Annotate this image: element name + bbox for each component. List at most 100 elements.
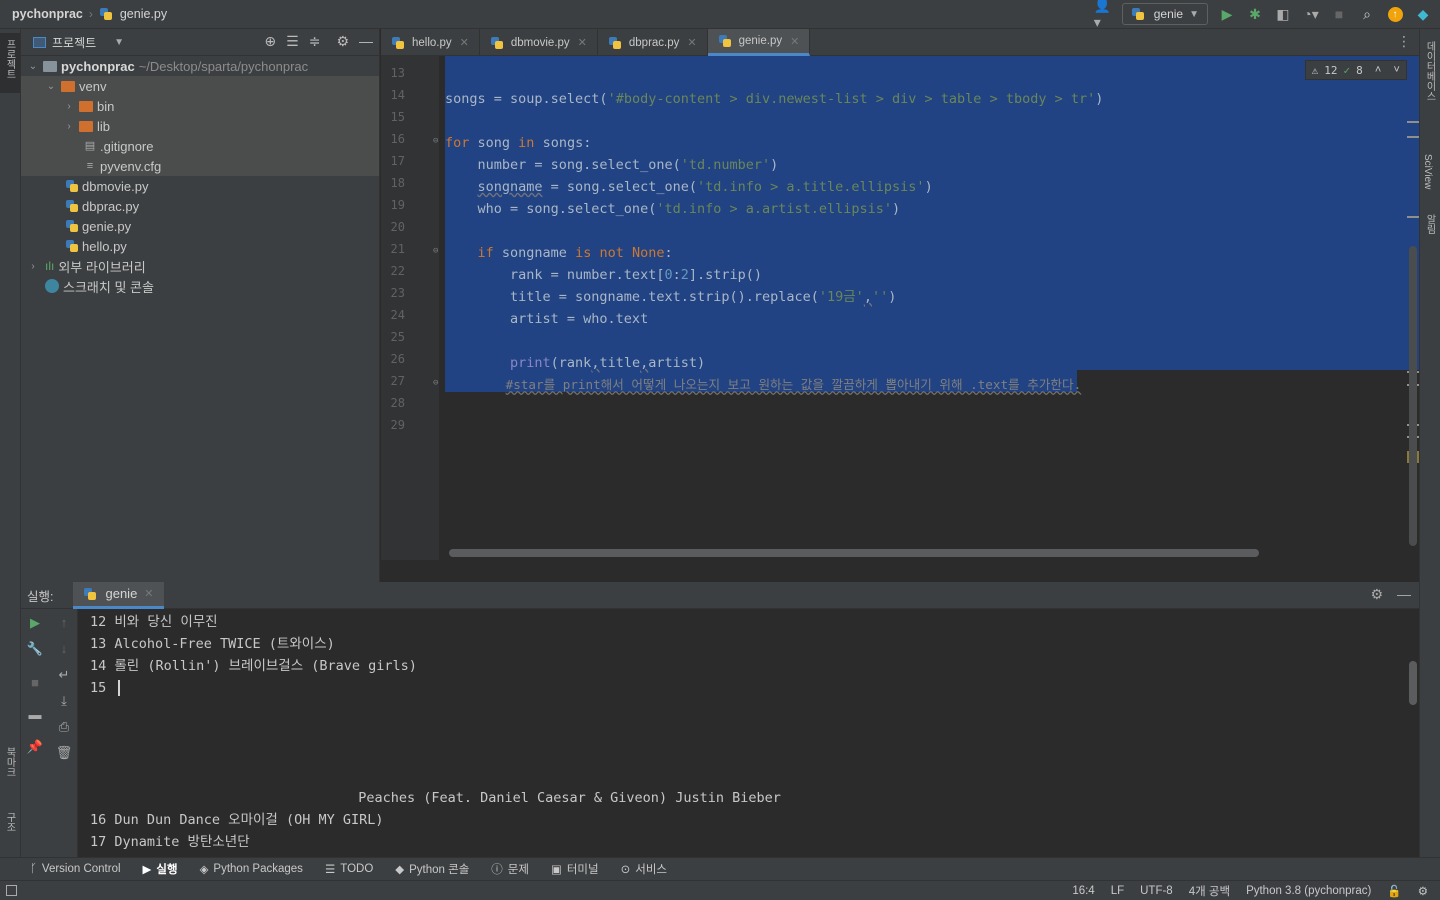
run-tool-button[interactable]: ▶ 실행 bbox=[143, 861, 178, 877]
close-icon[interactable]: ✕ bbox=[144, 587, 153, 600]
tab-genie-py[interactable]: genie.py ✕ bbox=[707, 29, 811, 56]
collapse-all-icon[interactable]: ≑ bbox=[309, 33, 321, 50]
fold-icon[interactable]: ⊖ bbox=[433, 136, 438, 146]
terminal-button[interactable]: ▣ 터미널 bbox=[551, 861, 599, 877]
profile-icon[interactable]: ◔▾ bbox=[1302, 5, 1320, 23]
run-config-select[interactable]: genie ▼ bbox=[1121, 3, 1208, 25]
tree-item-project-root[interactable]: ⌄ pychonprac ~/Desktop/sparta/pychonprac bbox=[21, 56, 379, 76]
database-tool-tab[interactable]: 데이터베이스 bbox=[1422, 41, 1437, 101]
pin-icon[interactable]: 📌 bbox=[26, 739, 44, 755]
debug-icon[interactable]: ✱ bbox=[1246, 5, 1264, 23]
line-number: 14 bbox=[390, 88, 405, 102]
arrow-down-icon[interactable]: ↓ bbox=[55, 641, 73, 656]
tree-item-hello[interactable]: hello.py bbox=[21, 236, 379, 256]
terminal-icon: ▣ bbox=[550, 864, 562, 876]
inspection-widget[interactable]: ⚠ 12 ✓ 8 ˄ ˅ bbox=[1304, 60, 1407, 80]
layout-icon[interactable]: ▬ bbox=[26, 707, 44, 722]
python-console-button[interactable]: ◆ Python 콘솔 bbox=[395, 861, 469, 877]
tree-item-genie[interactable]: genie.py bbox=[21, 216, 379, 236]
arrow-up-icon[interactable]: ↑ bbox=[55, 615, 73, 630]
file-encoding[interactable]: UTF-8 bbox=[1140, 885, 1173, 897]
chevron-up-icon[interactable]: ˄ bbox=[1375, 63, 1382, 77]
chevron-right-icon[interactable]: › bbox=[63, 101, 75, 112]
chevron-right-icon[interactable]: › bbox=[27, 261, 39, 272]
sciview-tool-tab[interactable]: SciView bbox=[1422, 154, 1433, 189]
python-interpreter[interactable]: Python 3.8 (pychonprac) bbox=[1246, 885, 1371, 897]
update-icon[interactable]: ↑ bbox=[1386, 5, 1404, 23]
services-button[interactable]: ⊙ 서비스 bbox=[621, 861, 667, 877]
soft-wrap-icon[interactable]: ↵ bbox=[55, 667, 73, 683]
vertical-scrollbar[interactable] bbox=[1409, 246, 1417, 546]
stop-icon[interactable]: ■ bbox=[1330, 5, 1348, 23]
fold-icon[interactable]: ⊖ bbox=[433, 378, 438, 388]
close-icon[interactable]: ✕ bbox=[687, 36, 696, 49]
tab-run-genie[interactable]: genie ✕ bbox=[73, 581, 164, 609]
project-tool-tab[interactable]: 프로젝트 bbox=[2, 39, 17, 79]
tree-item-gitignore[interactable]: ▤ .gitignore bbox=[21, 136, 379, 156]
breadcrumb-file[interactable]: genie.py bbox=[99, 7, 167, 21]
lock-icon[interactable]: 🔓 bbox=[1387, 884, 1401, 898]
expand-all-icon[interactable]: ☰ bbox=[286, 33, 299, 50]
more-vertical-icon[interactable]: ⋮ bbox=[1397, 33, 1411, 50]
tree-item-venv[interactable]: ⌄ venv bbox=[21, 76, 379, 96]
gear-icon[interactable]: ⚙ bbox=[1370, 586, 1383, 603]
breadcrumb-project[interactable]: pychonprac bbox=[12, 7, 83, 21]
scroll-to-end-icon[interactable]: ⤓ bbox=[55, 693, 73, 709]
user-icon[interactable]: 👤▾ bbox=[1094, 0, 1112, 30]
console-line: 16 Dun Dun Dance 오마이걸 (OH MY GIRL) bbox=[90, 812, 384, 828]
list-icon: ☰ bbox=[324, 864, 336, 876]
code-with-me-icon[interactable]: ◆ bbox=[1414, 5, 1432, 23]
locate-icon[interactable]: ⊕ bbox=[264, 33, 276, 50]
tab-hello-py[interactable]: hello.py ✕ bbox=[381, 29, 480, 56]
close-icon[interactable]: ✕ bbox=[790, 35, 799, 48]
tab-dbmovie-py[interactable]: dbmovie.py ✕ bbox=[480, 29, 598, 56]
python-packages-button[interactable]: ◈ Python Packages bbox=[200, 862, 303, 876]
tree-item-scratches[interactable]: 스크래치 및 콘솔 bbox=[21, 276, 379, 296]
version-control-button[interactable]: ᚴ Version Control bbox=[30, 863, 121, 875]
event-log-icon[interactable]: ⚙ bbox=[1418, 884, 1428, 898]
tree-item-bin[interactable]: › bin bbox=[21, 96, 379, 116]
hide-icon[interactable]: — bbox=[359, 33, 373, 50]
tree-item-lib[interactable]: › lib bbox=[21, 116, 379, 136]
fold-icon[interactable]: ⊖ bbox=[433, 246, 438, 256]
tree-item-external-libraries[interactable]: › ılı 외부 라이브러리 bbox=[21, 256, 379, 276]
rerun-icon[interactable]: ▶ bbox=[26, 615, 44, 631]
toolbar-right: 👤▾ genie ▼ ▶ ✱ ◧ ◔▾ ■ ⌕ ↑ ◆ bbox=[1094, 0, 1432, 30]
tree-item-pyvenv-cfg[interactable]: ≡ pyvenv.cfg bbox=[21, 156, 379, 176]
problems-button[interactable]: ⓘ 문제 bbox=[491, 861, 529, 877]
hide-icon[interactable]: — bbox=[1397, 586, 1411, 603]
run-icon[interactable]: ▶ bbox=[1218, 5, 1236, 23]
close-icon[interactable]: ✕ bbox=[460, 36, 469, 49]
line-separator[interactable]: LF bbox=[1111, 885, 1124, 897]
chevron-down-icon[interactable]: ˅ bbox=[1393, 63, 1400, 77]
structure-tool-tab[interactable]: 구조 bbox=[2, 812, 17, 832]
toggle-panel-icon[interactable] bbox=[6, 885, 17, 896]
search-icon[interactable]: ⌕ bbox=[1358, 5, 1376, 23]
tree-item-dbmovie[interactable]: dbmovie.py bbox=[21, 176, 379, 196]
chevron-down-icon[interactable]: ⌄ bbox=[27, 61, 39, 72]
chevron-down-icon[interactable]: ⌄ bbox=[45, 81, 57, 92]
indent-setting[interactable]: 4개 공백 bbox=[1189, 883, 1230, 899]
bookmarks-tool-tab[interactable]: 북마크 bbox=[2, 747, 17, 777]
console-line: 12 비와 당신 이무진 bbox=[90, 614, 218, 630]
wrench-icon[interactable]: 🔧 bbox=[26, 641, 44, 657]
tree-item-dbprac[interactable]: dbprac.py bbox=[21, 196, 379, 216]
notifications-tool-tab[interactable]: 알림 bbox=[1422, 214, 1437, 234]
tab-dbprac-py[interactable]: dbprac.py ✕ bbox=[598, 29, 708, 56]
run-console[interactable]: 12 비와 당신 이무진 13 Alcohol-Free TWICE (트와이스… bbox=[78, 609, 1419, 857]
horizontal-scrollbar[interactable] bbox=[449, 549, 1259, 557]
close-icon[interactable]: ✕ bbox=[578, 36, 587, 49]
python-file-icon bbox=[65, 239, 79, 253]
chevron-right-icon[interactable]: › bbox=[63, 121, 75, 132]
gear-icon[interactable]: ⚙ bbox=[336, 33, 349, 50]
console-scrollbar[interactable] bbox=[1409, 661, 1417, 705]
project-view-selector[interactable]: 프로젝트 ▼ bbox=[33, 34, 124, 51]
code-editor[interactable]: 13 14 15 16 17 18 19 20 21 22 23 24 25 2… bbox=[381, 56, 1419, 560]
print-icon[interactable]: ⎙ bbox=[55, 719, 73, 735]
line-number: 17 bbox=[390, 154, 405, 168]
trash-icon[interactable]: 🗑 bbox=[55, 745, 73, 761]
coverage-icon[interactable]: ◧ bbox=[1274, 5, 1292, 23]
caret-position[interactable]: 16:4 bbox=[1072, 885, 1094, 897]
stop-icon[interactable]: ■ bbox=[26, 675, 44, 690]
todo-button[interactable]: ☰ TODO bbox=[325, 862, 373, 876]
